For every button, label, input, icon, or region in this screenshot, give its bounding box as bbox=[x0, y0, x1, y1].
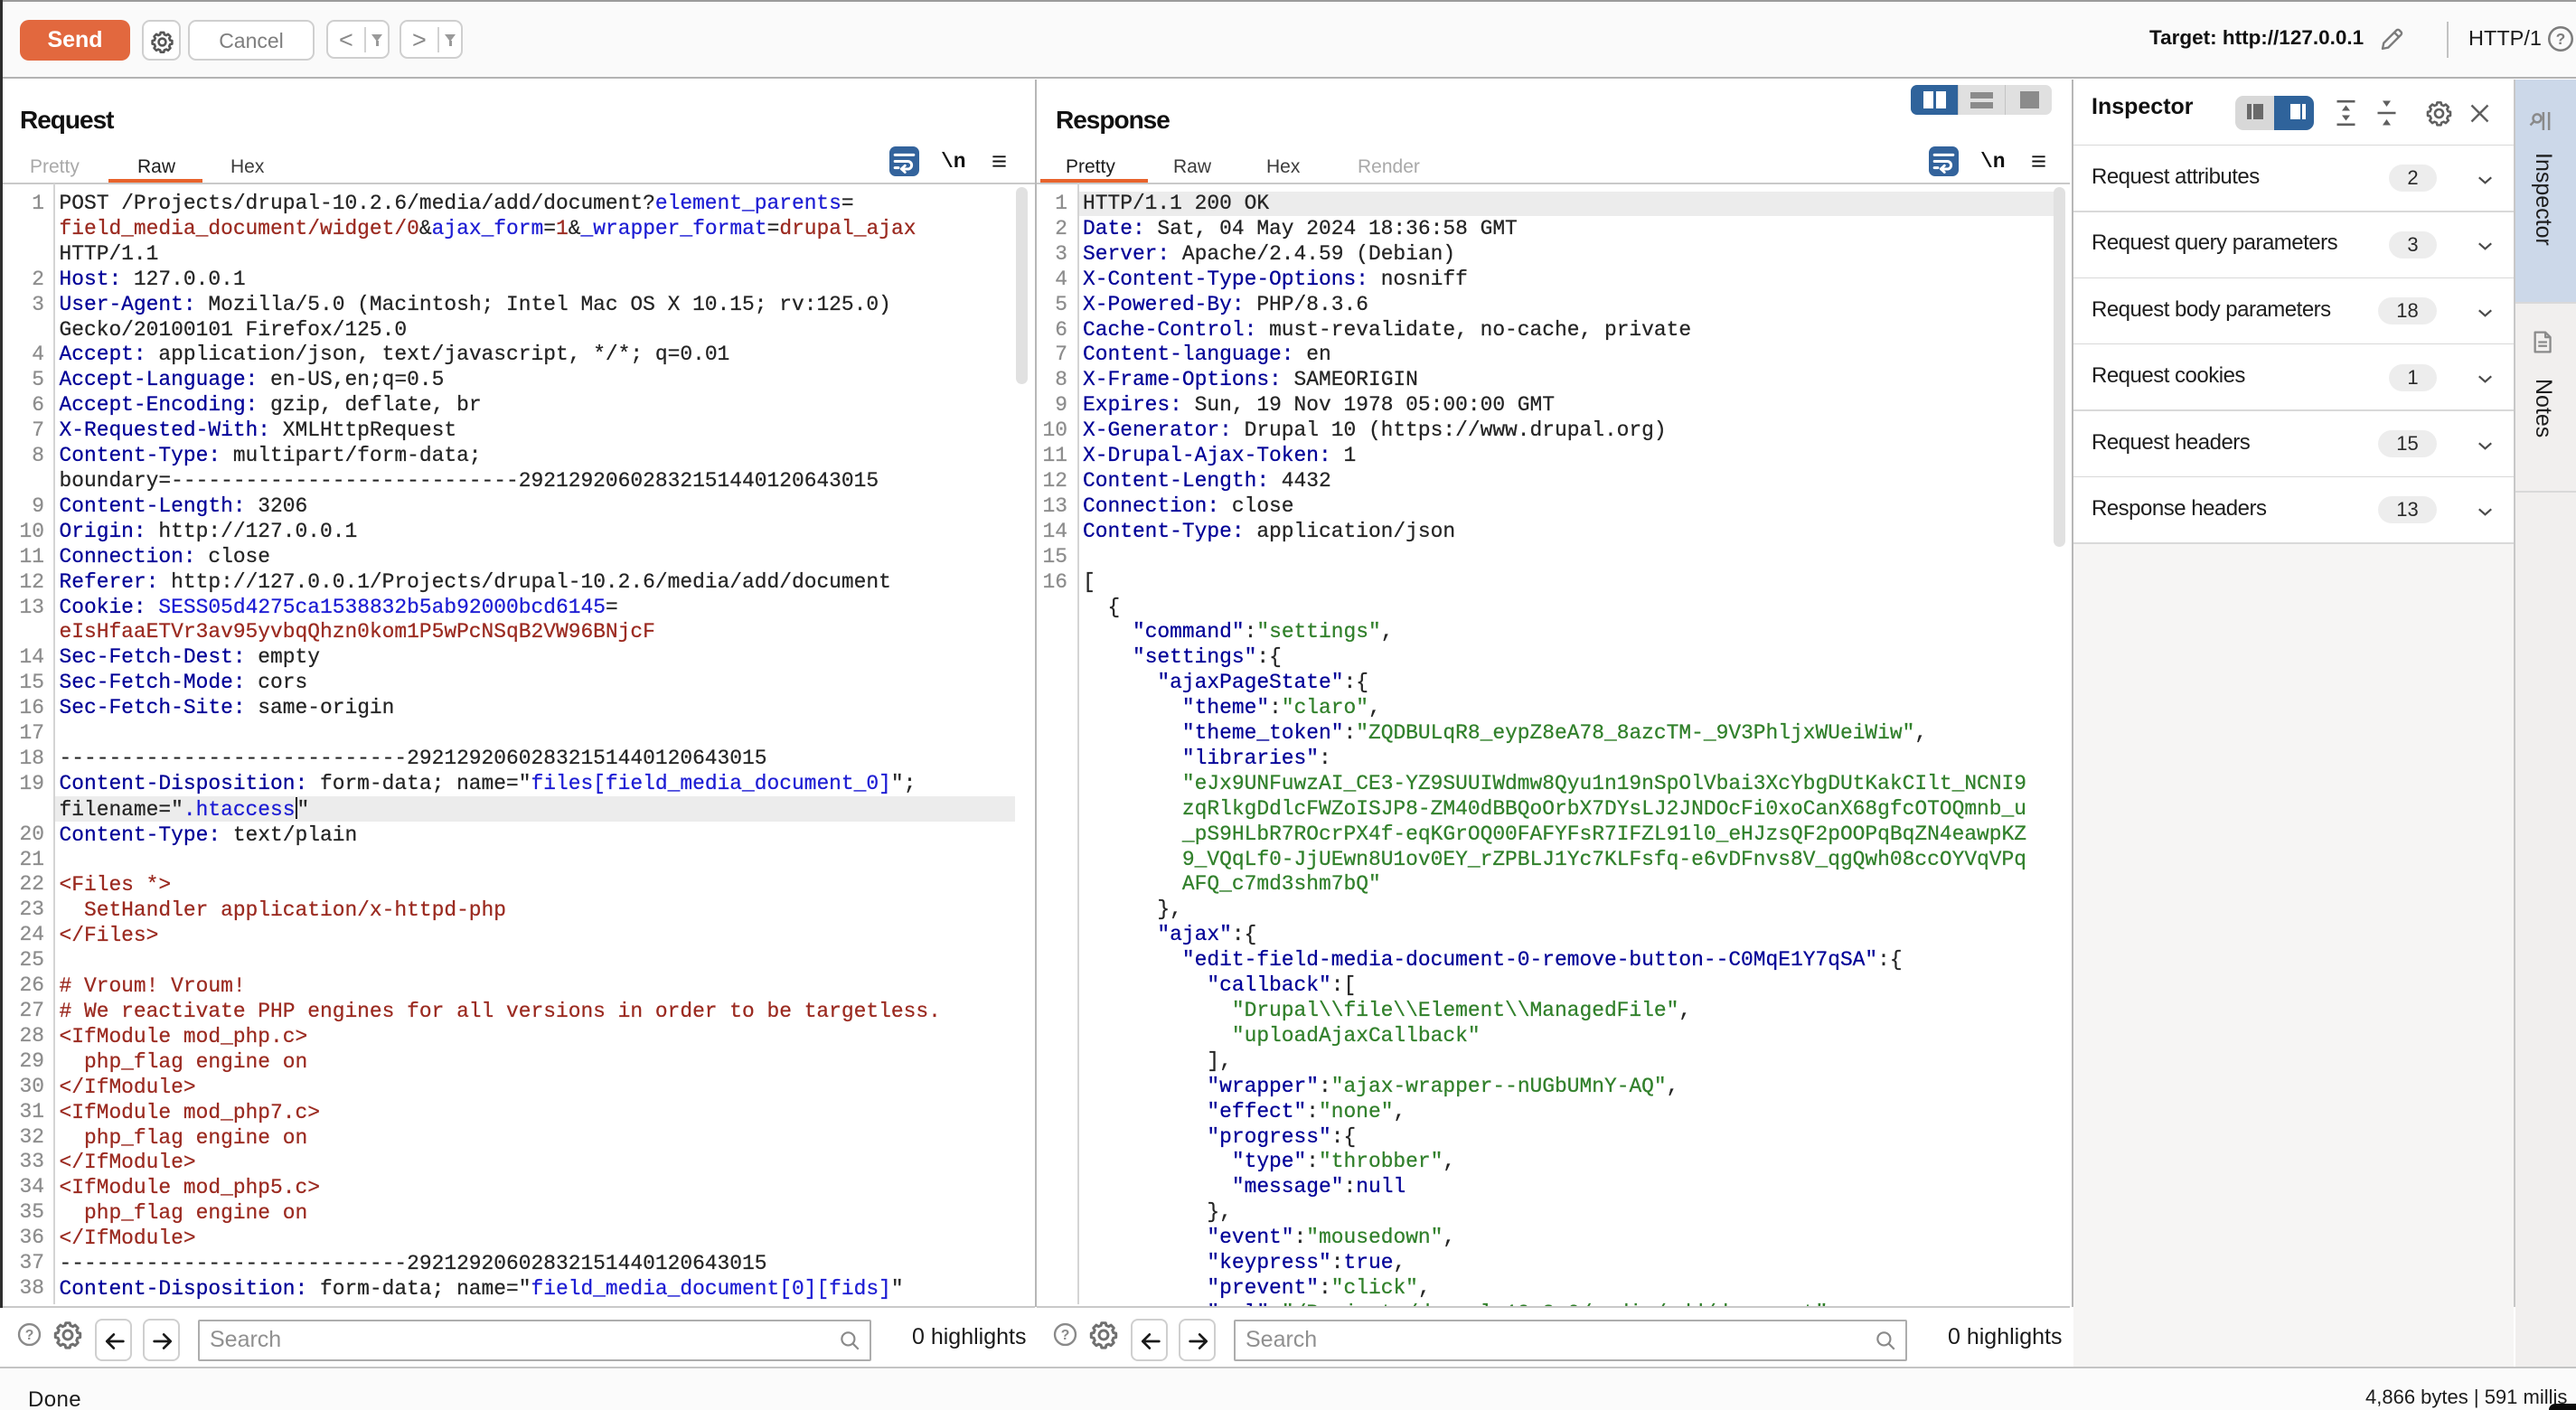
svg-text:?: ? bbox=[1061, 1328, 1070, 1343]
svg-text:?: ? bbox=[25, 1328, 34, 1343]
svg-text:?: ? bbox=[2556, 30, 2566, 48]
